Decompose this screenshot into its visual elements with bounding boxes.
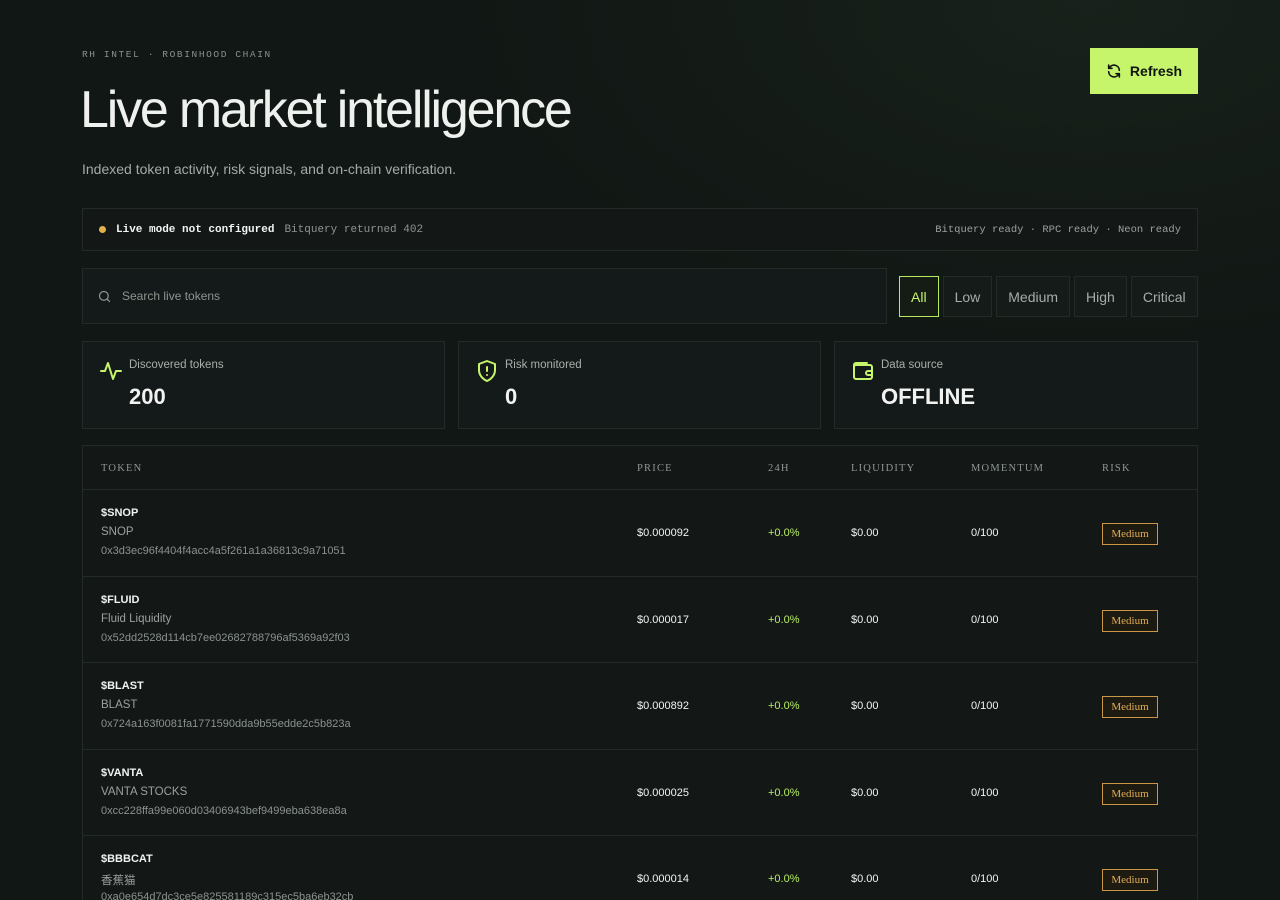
- risk-filter-group: All Low Medium High Critical: [899, 276, 1198, 317]
- token-symbol: $BLAST: [101, 680, 144, 692]
- filter-low[interactable]: Low: [942, 276, 993, 317]
- column-risk: RISK: [1102, 463, 1131, 474]
- token-momentum: 0/100: [971, 527, 999, 539]
- token-liquidity: $0.00: [851, 613, 879, 626]
- token-change-24h: +0.0%: [768, 527, 800, 539]
- column-price: PRICE: [637, 463, 673, 474]
- stat-label: Data source: [881, 359, 944, 371]
- shield-alert-icon: [478, 360, 496, 382]
- token-change-24h: +0.0%: [768, 613, 800, 626]
- token-symbol: $VANTA: [101, 766, 144, 779]
- page-title: Live market intelligence: [80, 81, 573, 139]
- page-subtitle: Indexed token activity, risk signals, an…: [82, 161, 457, 177]
- token-address: 0xcc228ffa99e060d03406943bef9499eba638ea…: [101, 804, 347, 817]
- refresh-button[interactable]: Refresh: [1090, 48, 1198, 94]
- wallet-icon: [853, 362, 873, 380]
- table-row[interactable]: $SNOP SNOP 0x3d3ec96f4404f4acc4a5f261a1a…: [83, 490, 1197, 577]
- table-header: TOKEN PRICE 24H LIQUIDITY MOMENTUM RISK: [83, 446, 1197, 490]
- column-token: TOKEN: [101, 463, 143, 474]
- search-box[interactable]: [82, 268, 887, 324]
- token-symbol: $BBBCAT: [101, 853, 153, 865]
- token-address: 0x52dd2528d114cb7ee02682788796af5369a92f…: [101, 631, 350, 644]
- column-24h: 24H: [768, 463, 790, 474]
- table-row[interactable]: $BLAST BLAST 0x724a163f0081fa1771590dda9…: [83, 663, 1197, 750]
- token-name: VANTA STOCKS: [101, 785, 188, 798]
- column-momentum: MOMENTUM: [971, 463, 1045, 474]
- token-change-24h: +0.0%: [768, 786, 800, 799]
- token-name: SNOP: [101, 526, 134, 538]
- search-input[interactable]: [122, 289, 722, 303]
- status-detail: Bitquery returned 402: [284, 223, 424, 236]
- token-symbol: $FLUID: [101, 593, 140, 606]
- column-liquidity: LIQUIDITY: [851, 463, 916, 474]
- risk-badge: Medium: [1102, 869, 1158, 891]
- filter-high[interactable]: High: [1074, 276, 1127, 317]
- services-status: Bitquery ready · RPC ready · Neon ready: [935, 223, 1181, 236]
- token-liquidity: $0.00: [851, 527, 879, 539]
- filter-all[interactable]: All: [899, 276, 939, 317]
- token-name: BLAST: [101, 699, 138, 711]
- status-title: Live mode not configured: [116, 223, 275, 236]
- token-momentum: 0/100: [971, 786, 999, 799]
- stat-value: 200: [129, 384, 166, 409]
- risk-badge: Medium: [1102, 782, 1158, 805]
- token-name: 香蕉猫: [101, 875, 136, 887]
- stat-label: Risk monitored: [505, 359, 582, 371]
- search-icon: [98, 290, 111, 302]
- filter-critical[interactable]: Critical: [1130, 276, 1198, 317]
- token-address: 0x3d3ec96f4404f4acc4a5f261a1a36813c9a710…: [101, 545, 346, 557]
- eyebrow: RH INTEL · ROBINHOOD CHAIN: [82, 49, 272, 60]
- stats-row: Discovered tokens 200 Risk monitored 0 D…: [82, 341, 1198, 429]
- risk-badge: Medium: [1102, 609, 1158, 632]
- token-liquidity: $0.00: [851, 700, 879, 712]
- token-price: $0.000025: [637, 786, 689, 799]
- token-liquidity: $0.00: [851, 873, 879, 885]
- stat-label: Discovered tokens: [129, 359, 224, 371]
- token-momentum: 0/100: [971, 873, 999, 885]
- token-price: $0.000092: [637, 527, 689, 539]
- stat-discovered-tokens: Discovered tokens 200: [82, 341, 445, 429]
- status-dot: [99, 226, 106, 233]
- status-bar: Live mode not configured Bitquery return…: [82, 208, 1198, 251]
- token-name: Fluid Liquidity: [101, 612, 172, 625]
- token-address: 0xa0e654d7dc3ce5e825581189c315ec5ba6eb32…: [101, 891, 354, 900]
- token-liquidity: $0.00: [851, 786, 879, 799]
- table-row[interactable]: $FLUID Fluid Liquidity 0x52dd2528d114cb7…: [83, 577, 1197, 663]
- token-momentum: 0/100: [971, 613, 999, 626]
- token-price: $0.000014: [637, 873, 689, 885]
- token-change-24h: +0.0%: [768, 873, 800, 885]
- token-symbol: $SNOP: [101, 507, 139, 519]
- token-price: $0.000892: [637, 700, 689, 712]
- stat-data-source: Data source OFFLINE: [834, 341, 1198, 429]
- stat-risk-monitored: Risk monitored 0: [458, 341, 821, 429]
- table-row[interactable]: $BBBCAT 香蕉猫 0xa0e654d7dc3ce5e825581189c3…: [83, 836, 1197, 900]
- token-price: $0.000017: [637, 613, 689, 626]
- table-row[interactable]: $VANTA VANTA STOCKS 0xcc228ffa99e060d034…: [83, 750, 1197, 836]
- refresh-label: Refresh: [1129, 63, 1183, 79]
- stat-value: 0: [505, 384, 518, 409]
- stat-value: OFFLINE: [881, 384, 976, 409]
- token-momentum: 0/100: [971, 700, 999, 712]
- risk-badge: Medium: [1102, 523, 1158, 545]
- filter-medium[interactable]: Medium: [996, 276, 1071, 317]
- token-change-24h: +0.0%: [768, 700, 800, 712]
- refresh-icon: [1107, 64, 1121, 78]
- risk-badge: Medium: [1102, 696, 1158, 718]
- token-address: 0x724a163f0081fa1771590dda9b55edde2c5b82…: [101, 718, 351, 730]
- tokens-table: TOKEN PRICE 24H LIQUIDITY MOMENTUM RISK …: [82, 445, 1198, 900]
- activity-icon: [100, 362, 122, 380]
